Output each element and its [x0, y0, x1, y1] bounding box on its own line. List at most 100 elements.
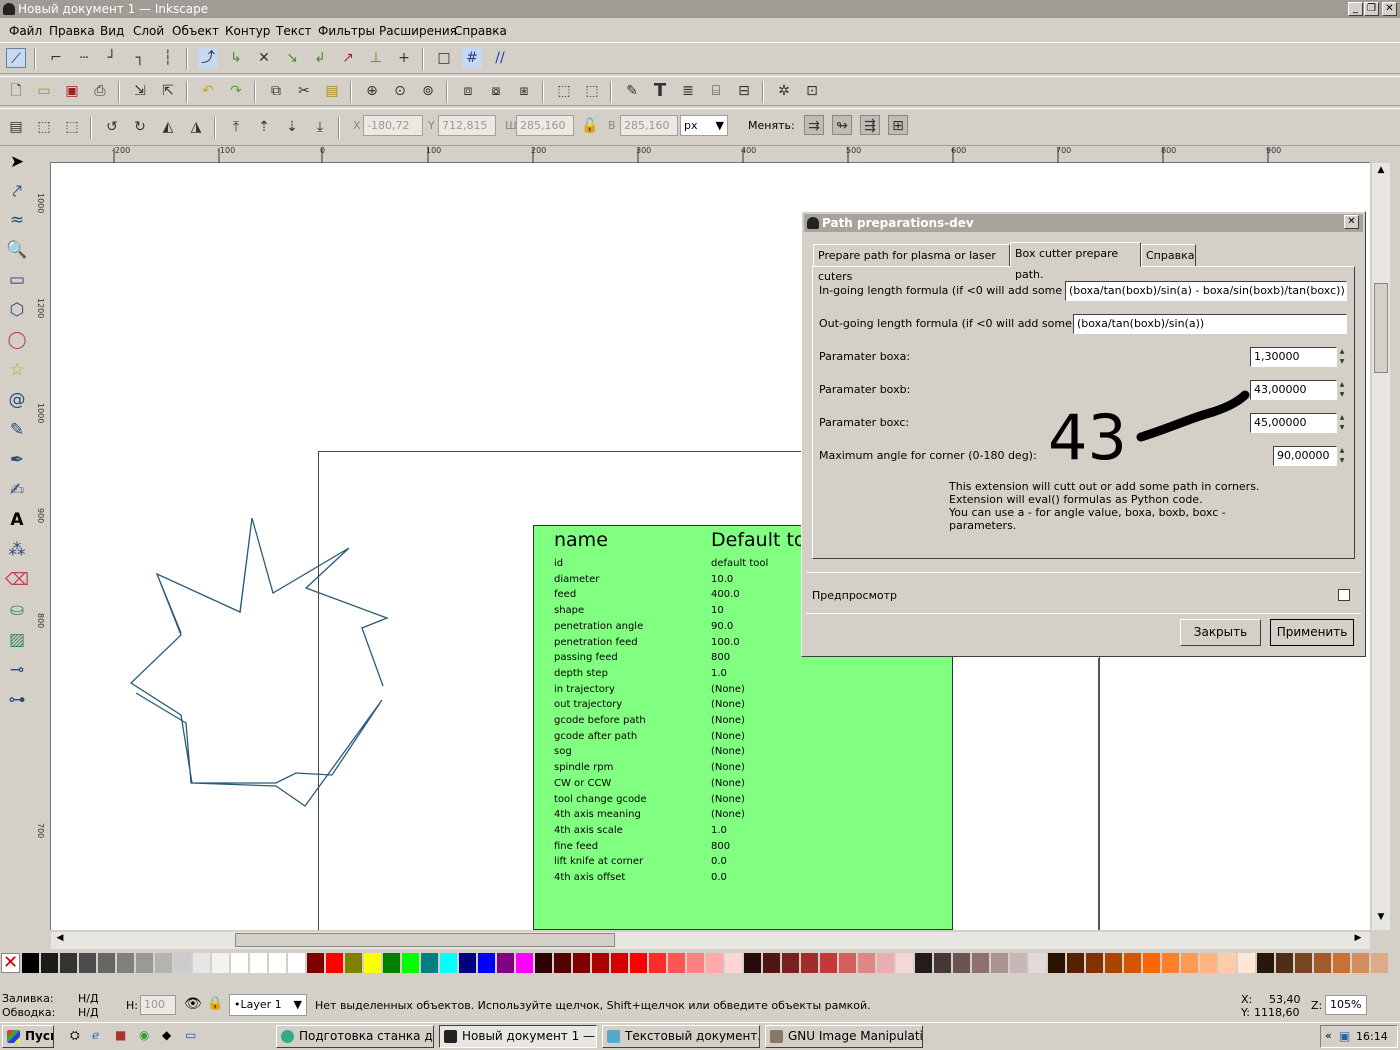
horizontal-scrollbar[interactable]: ◀ ▶ [51, 932, 1370, 949]
color-swatch[interactable] [1086, 953, 1103, 973]
color-swatch[interactable] [174, 953, 191, 973]
x-input[interactable]: -180,72 [363, 115, 423, 136]
copy-icon[interactable]: ⧉ [266, 81, 286, 101]
color-swatch[interactable] [801, 953, 818, 973]
color-swatch[interactable] [459, 953, 476, 973]
calligraphy-tool-icon[interactable]: ✍ [5, 478, 29, 502]
snap-bbox-mid-icon[interactable]: ┐ [130, 48, 150, 68]
color-swatch[interactable] [193, 953, 210, 973]
spiral-tool-icon[interactable]: @ [5, 388, 29, 412]
rotate-cw-icon[interactable]: ↻ [130, 117, 150, 137]
snap-intersection-icon[interactable]: ✕ [254, 48, 274, 68]
snap-rotation-icon[interactable]: + [394, 48, 414, 68]
horizontal-scroll-thumb[interactable] [235, 933, 615, 947]
star-tool-icon[interactable]: ☆ [5, 358, 29, 382]
tab-help[interactable]: Справка [1141, 244, 1196, 267]
menu-text[interactable]: Текст [276, 24, 312, 38]
scroll-down-icon[interactable]: ▼ [1373, 912, 1389, 928]
snap-bbox-icon[interactable]: ⌐ [46, 48, 66, 68]
lower-icon[interactable]: ⇣ [282, 117, 302, 137]
rotate-ccw-icon[interactable]: ↺ [102, 117, 122, 137]
ungroup-icon[interactable]: ⬚ [582, 81, 602, 101]
task-notepad[interactable]: Текстовый документ.п... [602, 1025, 760, 1048]
preferences-icon[interactable]: ✲ [774, 81, 794, 101]
zoom-selection-icon[interactable]: ⊕ [362, 81, 382, 101]
color-swatch[interactable] [1333, 953, 1350, 973]
zoom-drawing-icon[interactable]: ⊙ [390, 81, 410, 101]
xml-editor-icon[interactable]: ⌸ [706, 81, 726, 101]
color-swatch[interactable] [22, 953, 39, 973]
color-swatch[interactable] [516, 953, 533, 973]
y-input[interactable]: 712,815 [438, 115, 496, 136]
color-swatch[interactable] [1143, 953, 1160, 973]
color-swatch[interactable] [573, 953, 590, 973]
lock-icon[interactable]: 🔓 [580, 116, 600, 136]
lock-layer-icon[interactable]: 🔒 [207, 996, 223, 1011]
color-swatch[interactable] [725, 953, 742, 973]
ellipse-tool-icon[interactable]: ◯ [5, 328, 29, 352]
snap-smooth-icon[interactable]: ↲ [310, 48, 330, 68]
color-swatch[interactable] [896, 953, 913, 973]
layer-select[interactable]: •Layer 1 ▼ [229, 994, 307, 1016]
print-icon[interactable]: ⎙ [90, 81, 110, 101]
color-swatch[interactable] [421, 953, 438, 973]
unlink-clone-icon[interactable]: ⧆ [514, 81, 534, 101]
text-tool-icon[interactable]: A [5, 508, 29, 532]
desktop-icon[interactable]: ▭ [185, 1028, 196, 1042]
boxc-spin-icon[interactable]: ▲ ▼ [1337, 413, 1347, 433]
scroll-right-icon[interactable]: ▶ [1351, 933, 1365, 947]
scale-stroke-icon[interactable]: ⇉ [804, 115, 824, 135]
scale-corners-icon[interactable]: ↬ [832, 115, 852, 135]
import-icon[interactable]: ⇲ [130, 81, 150, 101]
select-all-icon[interactable]: ▤ [6, 117, 26, 137]
snap-nodes-icon[interactable]: ⤴ [198, 48, 218, 68]
select-all-layers-icon[interactable]: ⬚ [34, 117, 54, 137]
zoom-page-icon[interactable]: ⊚ [418, 81, 438, 101]
cut-icon[interactable]: ✂ [294, 81, 314, 101]
color-swatch[interactable] [839, 953, 856, 973]
h-input[interactable]: 285,160 [620, 115, 678, 136]
color-swatch[interactable] [136, 953, 153, 973]
color-swatch[interactable] [1010, 953, 1027, 973]
menu-view[interactable]: Вид [100, 24, 124, 38]
color-swatch[interactable] [1276, 953, 1293, 973]
window-titlebar[interactable]: Новый документ 1 — Inkscape _ ❐ ✕ [0, 0, 1400, 18]
snap-grid-icon[interactable]: # [462, 48, 482, 68]
group-icon[interactable]: ⬚ [554, 81, 574, 101]
open-icon[interactable]: ▭ [34, 81, 54, 101]
maximize-button[interactable]: ❐ [1364, 2, 1379, 16]
raise-icon[interactable]: ⇡ [254, 117, 274, 137]
selector-tool-icon[interactable]: ➤ [5, 150, 29, 174]
color-swatch[interactable] [1314, 953, 1331, 973]
color-swatch[interactable] [782, 953, 799, 973]
node-tool-icon[interactable]: ⤤ [5, 180, 29, 204]
color-swatch[interactable] [1124, 953, 1141, 973]
menu-extensions[interactable]: Расширения [379, 24, 457, 38]
tray-expand-icon[interactable]: « [1325, 1029, 1332, 1042]
color-swatch[interactable] [554, 953, 571, 973]
snap-center-icon[interactable]: ⊥ [366, 48, 386, 68]
raise-top-icon[interactable]: ⤒ [226, 117, 246, 137]
color-swatch[interactable] [1257, 953, 1274, 973]
vertical-scroll-thumb[interactable] [1374, 283, 1388, 373]
snap-midpoint-icon[interactable]: ↗ [338, 48, 358, 68]
connector-tool-icon[interactable]: ⊶ [5, 688, 29, 712]
color-swatch[interactable] [1352, 953, 1369, 973]
redo-icon[interactable]: ↷ [226, 81, 246, 101]
color-swatch[interactable] [440, 953, 457, 973]
menu-object[interactable]: Объект [172, 24, 219, 38]
ingoing-formula-input[interactable]: (boxa/tan(boxb)/sin(a) - boxa/sin(boxb)/… [1065, 281, 1347, 301]
lower-bottom-icon[interactable]: ⤓ [310, 117, 330, 137]
color-swatch[interactable] [1105, 953, 1122, 973]
w-input[interactable]: 285,160 [516, 115, 574, 136]
zoom-input[interactable]: 105% [1325, 995, 1367, 1015]
undo-icon[interactable]: ↶ [198, 81, 218, 101]
color-swatch[interactable] [1181, 953, 1198, 973]
color-swatch[interactable] [535, 953, 552, 973]
flip-vertical-icon[interactable]: ◮ [186, 117, 206, 137]
export-icon[interactable]: ⇱ [158, 81, 178, 101]
color-swatch[interactable] [364, 953, 381, 973]
color-swatch[interactable] [991, 953, 1008, 973]
task-inkscape[interactable]: Новый документ 1 — In... [439, 1025, 597, 1048]
task-chrome[interactable]: Подготовка станка дл... [276, 1025, 434, 1048]
